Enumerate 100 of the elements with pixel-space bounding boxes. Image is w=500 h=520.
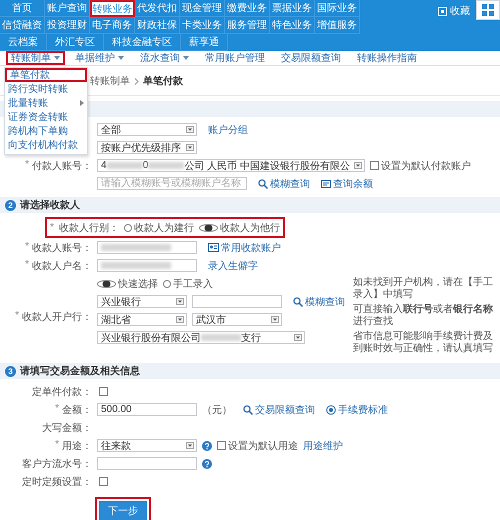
balance-link[interactable]: 查询余额 [321, 176, 373, 190]
radio-option[interactable]: 手工录入 [163, 276, 213, 290]
nav-tab[interactable]: 卡类业务 [180, 17, 225, 34]
nav-tab[interactable]: 外汇专区 [47, 34, 104, 51]
search-link[interactable]: 交易限额查询 [243, 402, 315, 416]
input-field[interactable] [97, 241, 197, 254]
hint-text: 省市信息可能影响手续费计费及到账时效与正确性，请认真填写 [353, 331, 494, 355]
nav-tab[interactable]: 现金管理 [180, 0, 225, 17]
nav-tab[interactable]: 信贷融资 [0, 17, 45, 34]
help-icon[interactable] [202, 458, 212, 468]
target-icon [326, 404, 336, 414]
subnav-tab[interactable]: 单据维护 [69, 51, 130, 65]
radio-option[interactable]: 快速选择 [97, 276, 158, 290]
input-field[interactable] [192, 295, 282, 308]
menu-item[interactable]: 跨机构下单购 [5, 124, 87, 138]
nav-tab[interactable]: 国际业务 [315, 0, 360, 17]
help-icon[interactable] [202, 440, 212, 450]
search-link[interactable]: 模糊查询 [258, 176, 310, 190]
radio-option[interactable]: 收款人为他行 [198, 220, 280, 234]
subnav-tab[interactable]: 常用账户管理 [199, 51, 271, 65]
dropdown-arrow-icon [186, 442, 194, 449]
select-field[interactable]: 武汉市 [192, 313, 282, 326]
nav-tab[interactable]: 首页 [0, 0, 45, 17]
nav-tab[interactable]: 云档案 [0, 34, 47, 51]
field-label: 收款人开户行： [22, 310, 92, 324]
nav-tab[interactable]: 电子商务 [90, 17, 135, 34]
favorites-icon [438, 6, 447, 16]
select-field[interactable]: 湖北省 [97, 313, 187, 326]
nav-tab[interactable]: 代发代扣 [135, 0, 180, 17]
checkbox[interactable]: 设置为默认付款账户 [370, 158, 471, 172]
input-field[interactable] [97, 457, 197, 470]
dropdown-arrow-icon [271, 316, 279, 323]
fee-link[interactable]: 手续费标准 [326, 402, 388, 416]
dropdown-arrow-icon [186, 144, 194, 151]
field-label: 收款人账号： [32, 242, 92, 254]
redaction-blur [148, 162, 184, 169]
grid-icon [481, 3, 495, 17]
dropdown-arrow-icon [176, 298, 184, 305]
amount-field[interactable]: 500.00 [97, 403, 197, 416]
select-field[interactable]: 全部 [97, 123, 197, 136]
nav-tab[interactable]: 投资理财 [45, 17, 90, 34]
field-label: 定时定频设置： [22, 476, 92, 488]
select-field[interactable]: 4 0 公司 人民币 中国建设银行股份有限公 [97, 159, 365, 172]
menu-item[interactable]: 单笔付款 [5, 68, 87, 82]
menu-item[interactable]: 证券资金转账 [5, 110, 87, 124]
subnav-tab[interactable]: 流水查询 [134, 51, 195, 65]
nav-tab[interactable]: 票据业务 [270, 0, 315, 17]
subnav-tab[interactable]: 转账制单 [6, 51, 65, 65]
search-icon [258, 178, 268, 188]
checkbox[interactable] [99, 477, 108, 486]
field-label: 金额： [62, 404, 92, 416]
select-field[interactable]: 往来款 [97, 439, 197, 452]
nav-tab[interactable]: 财政社保 [135, 17, 180, 34]
link[interactable]: 用途维护 [303, 438, 343, 452]
redaction-blur [106, 162, 143, 169]
breadcrumb-link[interactable]: 转账制单 [90, 74, 130, 88]
required-mark: * [25, 258, 29, 272]
checkbox[interactable]: 设置为默认用途 [217, 438, 298, 452]
select-field[interactable]: 兴业银行 [97, 295, 187, 308]
document-icon [321, 180, 331, 188]
subnav-tab[interactable]: 转账操作指南 [351, 51, 423, 65]
section-title: 请选择收款人 [20, 198, 80, 212]
section-title: 请填写交易金额及相关信息 [20, 364, 140, 378]
field-label: 大写金额： [42, 422, 92, 434]
unit-label: （元） [202, 404, 232, 416]
field-label: 收款人户名： [32, 260, 92, 272]
nav-tab[interactable]: 缴费业务 [225, 0, 270, 17]
required-mark: * [25, 240, 29, 254]
dropdown-arrow-icon [354, 162, 362, 169]
select-field[interactable]: 兴业银行股份有限公司 支行 [97, 331, 305, 344]
checkbox[interactable] [99, 387, 108, 396]
input-field[interactable] [97, 259, 197, 272]
favorites-link[interactable]: 收藏 [438, 4, 470, 18]
required-mark: * [15, 310, 19, 322]
select-field[interactable]: 按账户优先级排序 [97, 141, 197, 154]
search-link[interactable]: 模糊查询 [293, 294, 345, 308]
radio-option[interactable]: 收款人为建行 [124, 220, 194, 234]
dropdown-arrow-icon [176, 316, 184, 323]
field-label: 用途： [62, 440, 92, 452]
nav-tab[interactable]: 服务管理 [225, 17, 270, 34]
field-label: 付款人账号： [32, 160, 92, 172]
subnav-tab[interactable]: 交易限额查询 [275, 51, 347, 65]
app-grid-button[interactable] [476, 0, 500, 20]
field-label: 收款人行别： [58, 222, 119, 234]
nav-tab[interactable]: 特色业务 [270, 17, 315, 34]
menu-item[interactable]: 跨行实时转账 [5, 82, 87, 96]
menu-item[interactable]: 批量转账 [5, 96, 87, 110]
next-button[interactable]: 下一步 [99, 501, 147, 520]
step-number-badge: 2 [5, 200, 16, 210]
redaction-blur [101, 262, 171, 269]
redaction-blur [101, 244, 171, 251]
nav-tab[interactable]: 增值服务 [315, 17, 360, 34]
nav-tab[interactable]: 科技金融专区 [104, 34, 181, 51]
payee-book-link[interactable]: 常用收款账户 [208, 240, 281, 254]
nav-tab[interactable]: 转账业务 [90, 0, 135, 17]
menu-item[interactable]: 向支付机构付款 [5, 138, 87, 152]
link[interactable]: 账户分组 [208, 122, 248, 136]
hint-text: 可直接输入联行号或者银行名称进行查找 [353, 304, 494, 328]
nav-tab[interactable]: 薪享通 [181, 34, 228, 51]
link[interactable]: 录入生僻字 [208, 258, 258, 272]
